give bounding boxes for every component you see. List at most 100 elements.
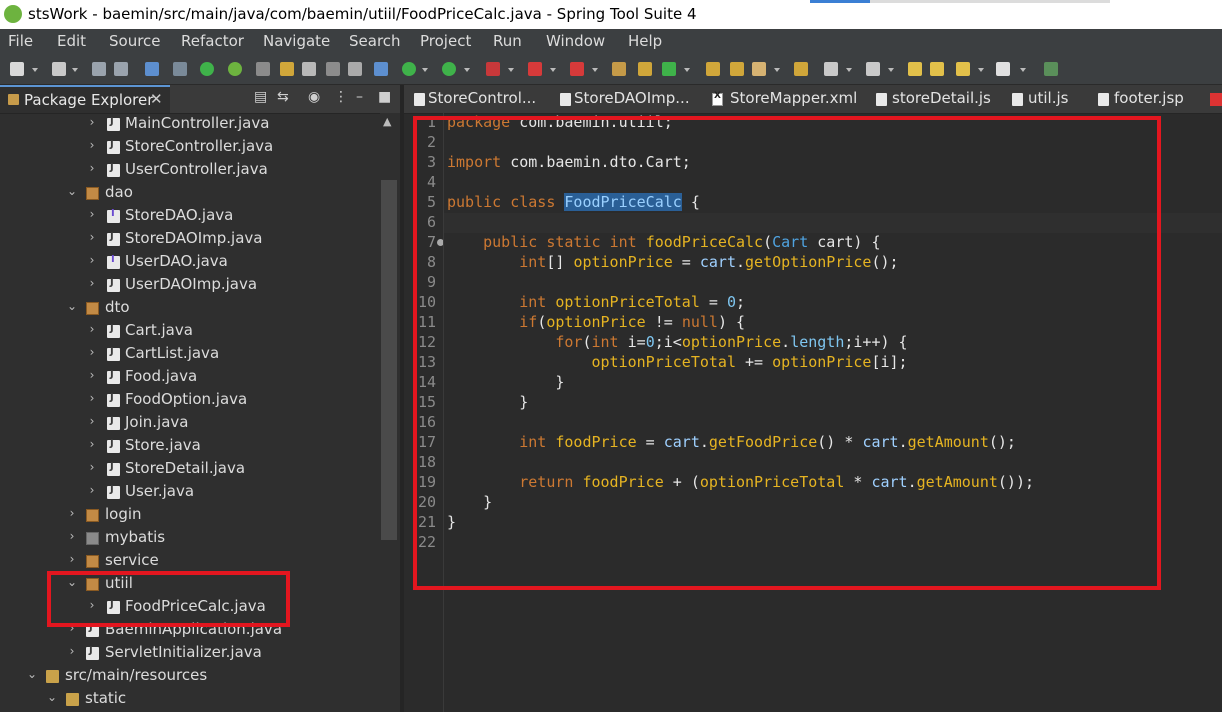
block-selection-icon[interactable] <box>302 62 316 76</box>
scroll-up-icon[interactable]: ▲ <box>383 115 391 128</box>
forward-dropdown-icon[interactable] <box>1020 68 1026 72</box>
tree-item[interactable]: › StoreDAOImp.java <box>0 228 380 251</box>
save-all-icon[interactable] <box>114 62 128 76</box>
menu-refactor[interactable]: Refactor <box>181 32 244 50</box>
package-explorer-tab[interactable]: Package Explorer ✕ <box>0 85 170 113</box>
menu-run[interactable]: Run <box>493 32 522 50</box>
debug-icon[interactable] <box>402 62 416 76</box>
save-icon[interactable] <box>92 62 106 76</box>
expand-chevron-icon[interactable]: › <box>66 529 78 543</box>
tab-store-dao-imp[interactable]: StoreDAOImp... <box>556 85 696 113</box>
tree-item[interactable]: › Store.java <box>0 435 380 458</box>
tree-item[interactable]: › User.java <box>0 481 380 504</box>
boot-dashboard-icon[interactable] <box>200 62 214 76</box>
run-dropdown-icon[interactable] <box>464 68 470 72</box>
expand-chevron-icon[interactable]: › <box>66 644 78 658</box>
more-tabs-icon[interactable] <box>1210 93 1222 106</box>
new-java-project-icon[interactable] <box>612 62 626 76</box>
tab-footer-jsp[interactable]: footer.jsp <box>1096 85 1206 113</box>
tab-util-js[interactable]: util.js <box>1010 85 1090 113</box>
minimize-icon[interactable]: – <box>356 89 363 105</box>
expand-chevron-icon[interactable]: › <box>86 276 98 290</box>
new-class-icon[interactable] <box>662 62 676 76</box>
pin-icon[interactable] <box>930 62 944 76</box>
collapse-chevron-icon[interactable]: ⌄ <box>66 299 78 313</box>
menu-edit[interactable]: Edit <box>57 32 86 50</box>
show-whitespace-icon[interactable] <box>348 62 362 76</box>
tree-item[interactable]: › Food.java <box>0 366 380 389</box>
tree-item[interactable]: › mybatis <box>0 527 380 550</box>
spring-icon[interactable] <box>228 62 242 76</box>
run-icon[interactable] <box>442 62 456 76</box>
tree-item[interactable]: › MainController.java <box>0 113 380 136</box>
tree-item[interactable]: ⌄ src/main/resources <box>0 665 380 688</box>
tree-item[interactable]: ⌄ static <box>0 688 380 711</box>
collapse-chevron-icon[interactable]: ⌄ <box>66 184 78 198</box>
pen-icon[interactable] <box>752 62 766 76</box>
maximize-icon[interactable]: ■ <box>378 89 391 105</box>
tree-item[interactable]: › UserDAO.java <box>0 251 380 274</box>
expand-chevron-icon[interactable]: › <box>86 345 98 359</box>
forward-icon[interactable] <box>996 62 1010 76</box>
stop-icon[interactable] <box>528 62 542 76</box>
expand-chevron-icon[interactable]: › <box>86 161 98 175</box>
terminal-icon[interactable] <box>145 62 159 76</box>
expand-chevron-icon[interactable]: › <box>86 368 98 382</box>
pen-dropdown-icon[interactable] <box>774 68 780 72</box>
collapse-chevron-icon[interactable]: ⌄ <box>26 667 38 681</box>
explorer-scrollbar-thumb[interactable] <box>381 180 397 540</box>
collapse-all-icon[interactable]: ▤ <box>254 89 267 105</box>
expand-chevron-icon[interactable]: › <box>86 414 98 428</box>
expand-chevron-icon[interactable]: › <box>86 460 98 474</box>
expand-chevron-icon[interactable]: › <box>66 552 78 566</box>
tree-item[interactable]: ⌄ dao <box>0 182 380 205</box>
tree-item[interactable]: › FoodOption.java <box>0 389 380 412</box>
word-wrap-icon[interactable] <box>326 62 340 76</box>
tree-item[interactable]: › login <box>0 504 380 527</box>
menu-navigate[interactable]: Navigate <box>263 32 330 50</box>
mark-occurrences-icon[interactable] <box>280 62 294 76</box>
menu-file[interactable]: File <box>8 32 33 50</box>
menu-source[interactable]: Source <box>109 32 161 50</box>
stop-dropdown-icon[interactable] <box>550 68 556 72</box>
link-with-editor-icon[interactable]: ⇆ <box>277 89 289 105</box>
tree-item[interactable]: › Cart.java <box>0 320 380 343</box>
debug-dropdown-icon[interactable] <box>422 68 428 72</box>
tree-item[interactable]: › service <box>0 550 380 573</box>
close-icon[interactable]: ✕ <box>150 90 163 108</box>
expand-chevron-icon[interactable]: › <box>86 391 98 405</box>
new-icon[interactable] <box>10 62 24 76</box>
back-dropdown-icon[interactable] <box>978 68 984 72</box>
view-menu-icon[interactable]: ⋮ <box>334 89 348 105</box>
expand-chevron-icon[interactable]: › <box>66 506 78 520</box>
external-tools-icon[interactable] <box>570 62 584 76</box>
tree-item[interactable]: › UserDAOImp.java <box>0 274 380 297</box>
expand-chevron-icon[interactable]: › <box>86 437 98 451</box>
new-dropdown-icon[interactable] <box>32 68 38 72</box>
tab-store-detail-js[interactable]: storeDetail.js <box>874 85 994 113</box>
menu-help[interactable]: Help <box>628 32 662 50</box>
menu-search[interactable]: Search <box>349 32 401 50</box>
expand-chevron-icon[interactable]: › <box>86 322 98 336</box>
expand-chevron-icon[interactable]: › <box>86 253 98 267</box>
next-annotation-dropdown-icon[interactable] <box>846 68 852 72</box>
tab-store-mapper[interactable]: StoreMapper.xml <box>712 85 862 113</box>
search-folder-icon[interactable] <box>794 62 808 76</box>
expand-chevron-icon[interactable]: › <box>86 115 98 129</box>
previous-annotation-dropdown-icon[interactable] <box>888 68 894 72</box>
coverage-icon[interactable] <box>486 62 500 76</box>
expand-chevron-icon[interactable]: › <box>86 483 98 497</box>
menu-window[interactable]: Window <box>546 32 605 50</box>
tree-item[interactable]: ⌄ dto <box>0 297 380 320</box>
open-perspective-icon[interactable] <box>1044 62 1058 76</box>
expand-chevron-icon[interactable]: › <box>86 207 98 221</box>
collapse-chevron-icon[interactable]: ⌄ <box>46 690 58 704</box>
open-type-icon[interactable] <box>256 62 270 76</box>
skip-breakpoints-icon[interactable] <box>173 62 187 76</box>
previous-annotation-icon[interactable] <box>866 62 880 76</box>
open-task-icon[interactable] <box>730 62 744 76</box>
tree-item[interactable]: › StoreDetail.java <box>0 458 380 481</box>
external-tools-dropdown-icon[interactable] <box>592 68 598 72</box>
tree-item[interactable]: › ServletInitializer.java <box>0 642 380 665</box>
tree-item[interactable]: › UserController.java <box>0 159 380 182</box>
